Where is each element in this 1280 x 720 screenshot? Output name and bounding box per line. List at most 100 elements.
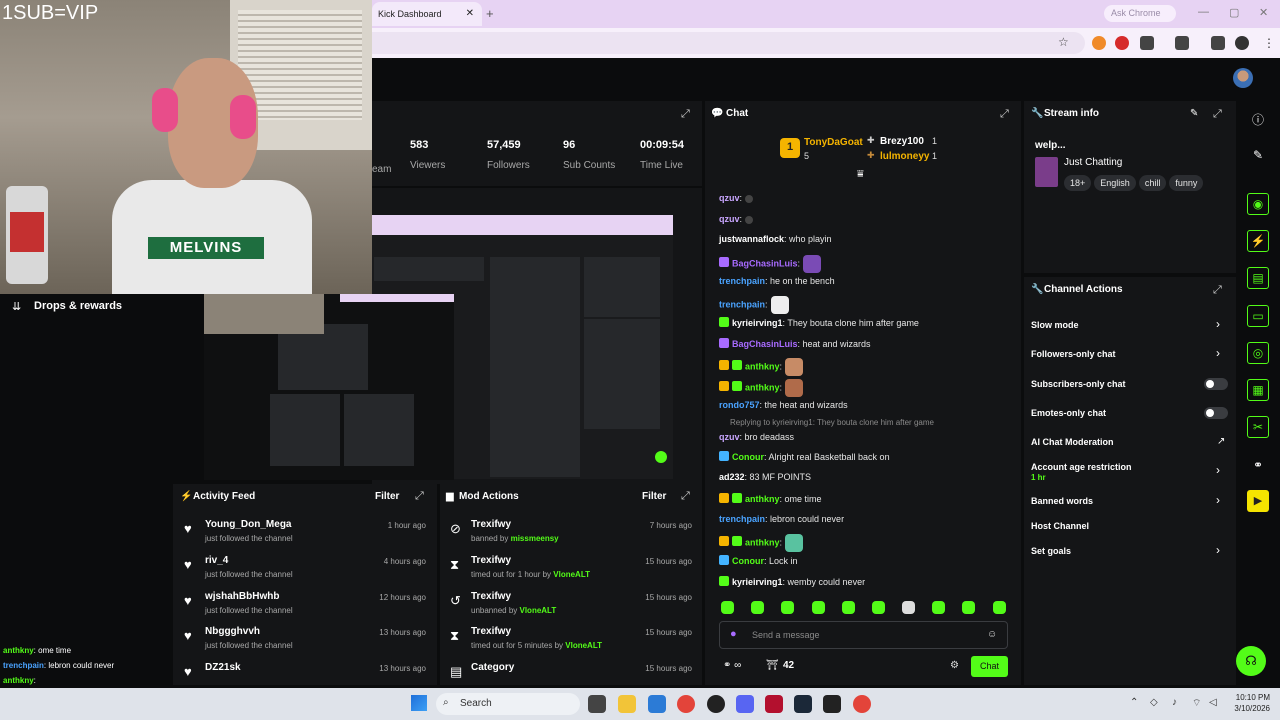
feed-username[interactable]: riv_4 — [205, 555, 228, 566]
volume-icon[interactable]: ◁ — [1209, 697, 1217, 708]
emote-icon[interactable] — [993, 601, 1006, 614]
wifi-icon[interactable]: ⌔ — [1192, 697, 1201, 710]
new-tab-button[interactable]: + — [486, 6, 494, 21]
profile-icon[interactable] — [1235, 36, 1249, 50]
taskview-icon[interactable] — [588, 695, 606, 713]
menu-icon[interactable] — [1211, 36, 1225, 50]
layout-icon[interactable]: ▦ — [1247, 379, 1269, 401]
chevron-right-icon[interactable]: › — [1216, 317, 1220, 331]
chat-username[interactable]: anthkny — [745, 494, 780, 504]
chat-username[interactable]: anthkny — [745, 361, 780, 371]
mod-target[interactable]: Trexifwy — [471, 519, 511, 530]
chat-username[interactable]: trenchpain — [719, 514, 765, 524]
tools-icon[interactable]: ✂ — [1247, 416, 1269, 438]
chrome-icon[interactable] — [677, 695, 695, 713]
activity-expand-icon[interactable]: ⤢ — [415, 490, 424, 503]
clipboard-icon[interactable]: ▤ — [1247, 267, 1269, 289]
chat-username[interactable]: justwannaflock — [719, 234, 784, 244]
mod-target[interactable]: Trexifwy — [471, 555, 511, 566]
emote-icon[interactable] — [721, 601, 734, 614]
action-host-channel[interactable]: Host Channel — [1031, 521, 1089, 531]
expand-icon[interactable]: ⤢ — [681, 108, 690, 121]
steam-icon[interactable] — [794, 695, 812, 713]
action-set-goals[interactable]: Set goals — [1031, 546, 1071, 556]
app-icon[interactable] — [823, 695, 841, 713]
chat-username[interactable]: anthkny — [745, 537, 780, 547]
chat-username[interactable]: BagChasinLuis — [732, 339, 798, 349]
external-link-icon[interactable]: ↗ — [1217, 436, 1225, 447]
emote-icon[interactable] — [751, 601, 764, 614]
edit-pencil-icon[interactable]: ✎ — [1190, 108, 1198, 119]
mic-icon[interactable]: ♪ — [1172, 697, 1177, 708]
taskbar-search[interactable]: Search — [436, 693, 580, 715]
tray-network-icon[interactable]: ◇ — [1150, 697, 1158, 708]
mod-filter-button[interactable]: Filter — [642, 491, 666, 502]
action-followers-only[interactable]: Followers-only chat — [1031, 349, 1116, 359]
clapper-icon[interactable]: ▶ — [1247, 490, 1269, 512]
kebab-menu-icon[interactable]: ⋮ — [1263, 36, 1275, 50]
chat-username[interactable]: kyrieirving1 — [732, 318, 783, 328]
maximize-icon[interactable]: ▢ — [1229, 6, 1239, 19]
chevron-right-icon[interactable]: › — [1216, 543, 1220, 557]
activity-filter-button[interactable]: Filter — [375, 491, 399, 502]
chat-username[interactable]: anthkny — [745, 382, 780, 392]
chrome-icon[interactable] — [853, 695, 871, 713]
browser-tab[interactable]: Kick Dashboard ✕ — [372, 2, 482, 26]
info-icon[interactable]: ⓘ — [1250, 111, 1266, 127]
extensions-puzzle-icon[interactable] — [1140, 36, 1154, 50]
action-banned-words[interactable]: Banned words — [1031, 496, 1093, 506]
broadcast-icon[interactable]: ◎ — [1247, 342, 1269, 364]
chat-username[interactable]: BagChasinLuis — [732, 258, 798, 268]
tray-chevron-icon[interactable]: ⌃ — [1130, 697, 1138, 708]
chat-username[interactable]: trenchpain — [719, 299, 765, 309]
feed-username[interactable]: wjshahBbHwhb — [205, 591, 279, 602]
close-window-icon[interactable]: ✕ — [1259, 6, 1268, 19]
feed-username[interactable]: Young_Don_Mega — [205, 519, 291, 530]
feed-username[interactable]: DZ21sk — [205, 662, 241, 673]
mod-expand-icon[interactable]: ⤢ — [681, 490, 690, 503]
discord-icon[interactable] — [736, 695, 754, 713]
stream-info-expand-icon[interactable]: ⤢ — [1213, 108, 1222, 121]
support-headset-icon[interactable]: ☊ — [1236, 646, 1266, 676]
cast-icon[interactable] — [1175, 36, 1189, 50]
mic-icon[interactable]: ● — [730, 628, 737, 640]
mod-actor[interactable]: VloneALT — [565, 641, 602, 650]
obs-icon[interactable] — [707, 695, 725, 713]
emote-icon[interactable] — [962, 601, 975, 614]
chevron-right-icon[interactable]: › — [1216, 493, 1220, 507]
chat-expand-icon[interactable]: ⤢ — [1000, 108, 1009, 121]
chat-username[interactable]: rondo757 — [719, 400, 760, 410]
chat-username[interactable]: qzuv — [719, 193, 740, 203]
pencil-icon[interactable]: ✎ — [1250, 148, 1266, 164]
emote-icon[interactable] — [932, 601, 945, 614]
chat-username[interactable]: trenchpain — [719, 276, 765, 286]
mod-target[interactable]: Category — [471, 662, 514, 673]
avatar[interactable] — [1233, 68, 1253, 88]
bolt-icon[interactable]: ⚡ — [1247, 230, 1269, 252]
taskbar-clock[interactable]: 10:10 PM 3/10/2026 — [1224, 692, 1270, 714]
bookmark-star-icon[interactable]: ☆ — [1058, 35, 1069, 49]
action-slow-mode[interactable]: Slow mode — [1031, 320, 1079, 330]
camera-icon[interactable]: ◉ — [1247, 193, 1269, 215]
mod-target[interactable]: Trexifwy — [471, 626, 511, 637]
emote-icon[interactable] — [872, 601, 885, 614]
emote-icon[interactable] — [812, 601, 825, 614]
mod-target[interactable]: Trexifwy — [471, 591, 511, 602]
ask-chrome-button[interactable]: Ask Chrome — [1104, 5, 1176, 22]
action-account-age[interactable]: Account age restriction — [1031, 462, 1132, 472]
emote-icon[interactable] — [781, 601, 794, 614]
chevron-right-icon[interactable]: › — [1216, 346, 1220, 360]
chat-username[interactable]: ad232 — [719, 472, 745, 482]
close-tab-icon[interactable]: ✕ — [466, 8, 474, 19]
chat-username[interactable]: Conour — [732, 556, 764, 566]
mod-actor[interactable]: VloneALT — [520, 606, 557, 615]
gift-icon[interactable]: ⛩ — [766, 660, 779, 671]
subscribers-only-toggle[interactable] — [1204, 378, 1228, 390]
chat-username[interactable]: Conour — [732, 452, 764, 462]
extension-icon[interactable] — [1115, 36, 1129, 50]
emote-icon[interactable] — [902, 601, 915, 614]
windows-start-icon[interactable] — [411, 695, 427, 711]
file-explorer-icon[interactable] — [618, 695, 636, 713]
chat-username[interactable]: kyrieirving1 — [732, 577, 783, 587]
minimize-icon[interactable]: — — [1198, 6, 1209, 18]
